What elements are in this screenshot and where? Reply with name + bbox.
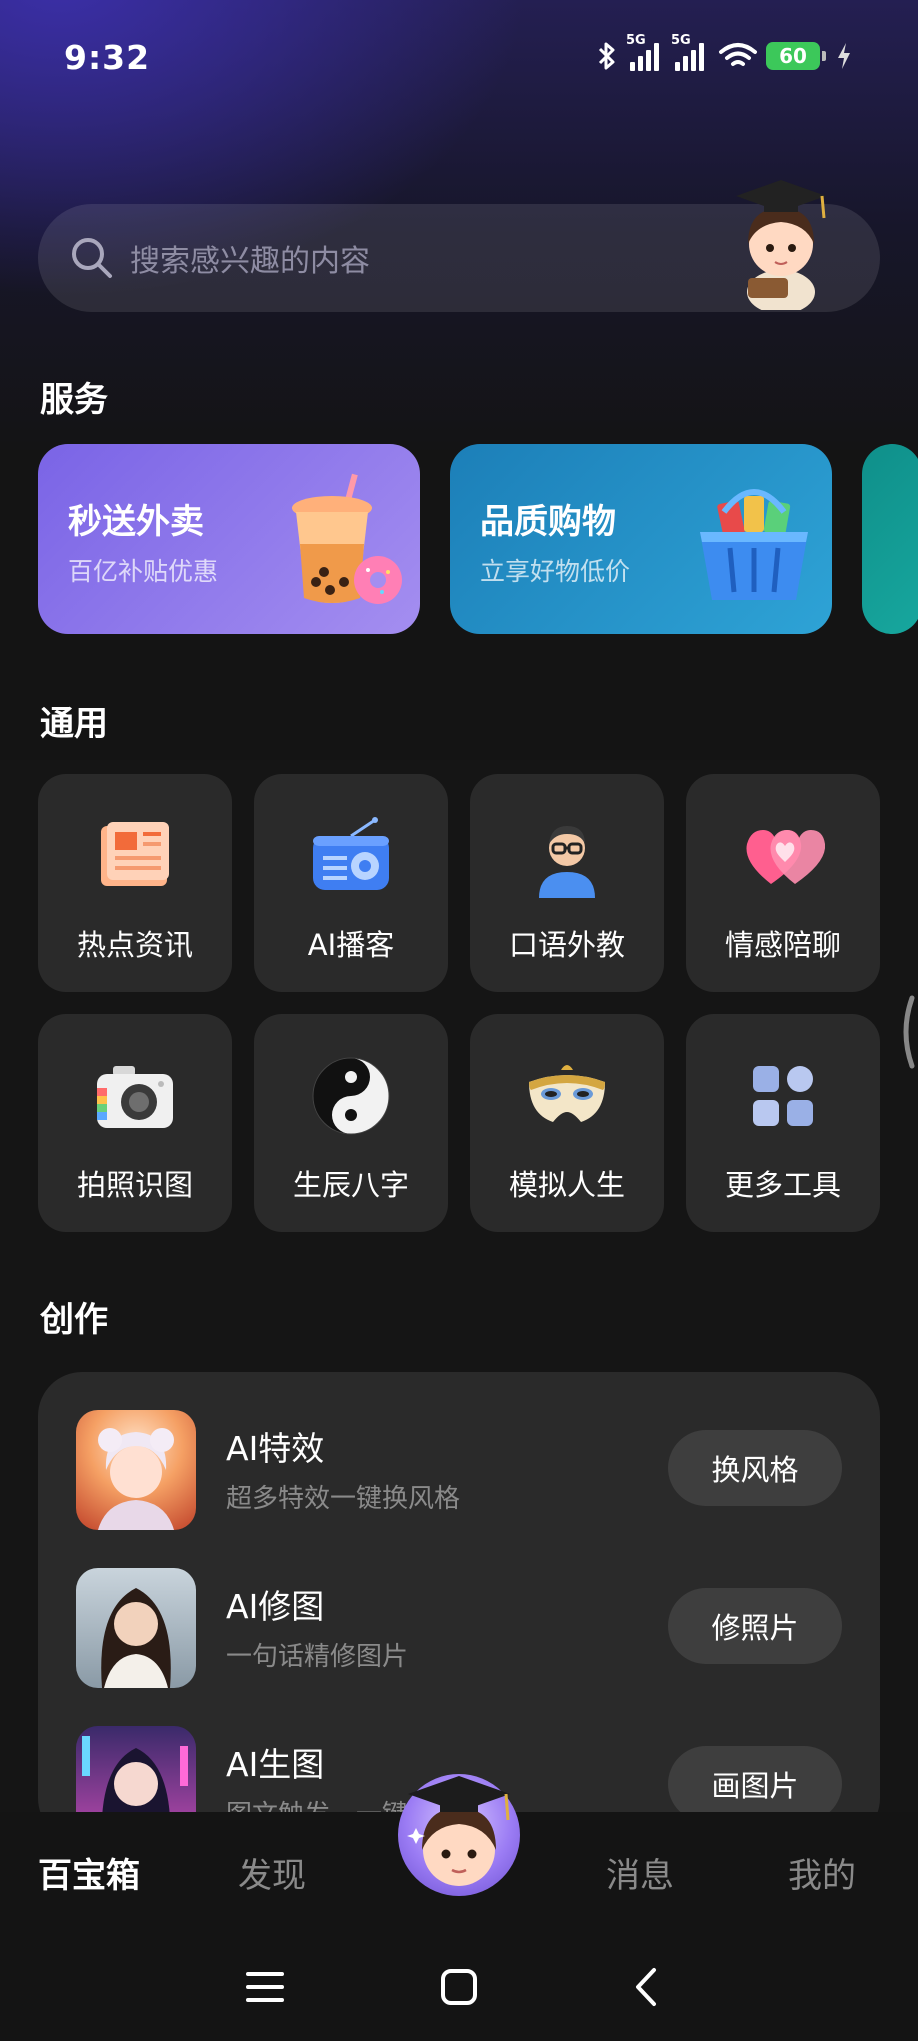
assistant-avatar-button[interactable] xyxy=(398,1774,520,1896)
mascot-graduate-icon[interactable] xyxy=(726,174,836,310)
service-title: 秒送外卖 xyxy=(68,502,204,542)
edge-swipe-handle[interactable] xyxy=(896,994,916,1070)
charging-icon xyxy=(838,43,850,69)
yin-yang-icon xyxy=(312,1057,390,1135)
home-icon[interactable] xyxy=(434,1962,484,2012)
battery-icon: 60 xyxy=(766,42,826,70)
create-row-ai-effects[interactable]: AI特效 超多特效一键换风格 换风格 xyxy=(38,1410,880,1540)
radio-icon xyxy=(313,817,389,890)
tool-tile-more-tools[interactable]: 更多工具 xyxy=(686,1014,880,1232)
create-subtitle: 一句话精修图片 xyxy=(226,1642,409,1672)
tool-label: 拍照识图 xyxy=(76,1168,193,1202)
newspaper-icon xyxy=(101,822,169,886)
hearts-icon xyxy=(746,830,825,884)
draw-image-button[interactable]: 画图片 xyxy=(668,1746,842,1822)
create-title: AI特效 xyxy=(226,1429,325,1468)
nav-item-discover[interactable]: 发现 xyxy=(238,1848,306,1897)
status-time: 9:32 xyxy=(64,38,151,77)
nav-item-me[interactable]: 我的 xyxy=(788,1848,856,1897)
service-subtitle: 立享好物低价 xyxy=(480,557,631,586)
tool-label: 生辰八字 xyxy=(292,1168,409,1202)
tool-label: 情感陪聊 xyxy=(724,928,841,962)
service-card-next[interactable] xyxy=(862,444,918,634)
search-bar[interactable]: 搜索感兴趣的内容 xyxy=(38,180,880,312)
mask-icon xyxy=(529,1065,605,1122)
create-subtitle: 超多特效一键换风格 xyxy=(226,1484,461,1514)
nav-item-treasure-box[interactable]: 百宝箱 xyxy=(38,1848,140,1897)
system-navigation-bar xyxy=(0,1932,918,2041)
create-title: AI生图 xyxy=(226,1745,325,1784)
status-bar: 9:32 5G 5G 60 xyxy=(0,0,918,118)
menu-icon[interactable] xyxy=(240,1962,290,2012)
tool-label: 口语外教 xyxy=(508,928,625,962)
grid-icon xyxy=(753,1066,813,1126)
shopping-basket-icon xyxy=(700,489,808,600)
tool-tile-birth-chart[interactable]: 生辰八字 xyxy=(254,1014,448,1232)
status-icons: 5G 5G 60 xyxy=(594,33,852,72)
retouch-photo-button[interactable]: 修照片 xyxy=(668,1588,842,1664)
service-card-shopping[interactable]: 品质购物 立享好物低价 xyxy=(450,444,832,634)
tool-label: 热点资讯 xyxy=(76,928,193,962)
change-style-button[interactable]: 换风格 xyxy=(668,1430,842,1506)
camera-icon xyxy=(97,1066,173,1128)
tool-tile-life-simulator[interactable]: 模拟人生 xyxy=(470,1014,664,1232)
section-title-services: 服务 xyxy=(40,380,108,420)
back-icon[interactable] xyxy=(622,1962,672,2012)
section-title-create: 创作 xyxy=(40,1300,108,1340)
search-input[interactable]: 搜索感兴趣的内容 xyxy=(130,236,370,280)
bottom-nav: 百宝箱 发现 消息 我的 xyxy=(0,1774,918,1932)
network-type-label: 5G xyxy=(671,33,691,48)
tool-tile-podcast[interactable]: AI播客 xyxy=(254,774,448,992)
nav-item-messages[interactable]: 消息 xyxy=(606,1848,674,1897)
bubble-tea-icon xyxy=(292,473,402,604)
search-icon xyxy=(72,238,112,278)
wifi-icon xyxy=(719,43,757,66)
section-title-general: 通用 xyxy=(40,704,108,744)
service-title: 品质购物 xyxy=(480,502,616,542)
tool-tile-news[interactable]: 热点资讯 xyxy=(38,774,232,992)
tool-label: AI播客 xyxy=(307,928,395,962)
network-type-label: 5G xyxy=(626,33,646,48)
tool-tile-emotional-chat[interactable]: 情感陪聊 xyxy=(686,774,880,992)
bluetooth-icon xyxy=(598,42,615,70)
teacher-avatar-icon xyxy=(539,826,595,898)
service-card-takeout[interactable]: 秒送外卖 百亿补贴优惠 xyxy=(38,444,420,634)
tool-label: 模拟人生 xyxy=(508,1168,625,1202)
ai-effects-thumbnail xyxy=(76,1410,196,1530)
tool-label: 更多工具 xyxy=(724,1168,841,1202)
service-subtitle: 百亿补贴优惠 xyxy=(68,557,219,586)
tool-tile-photo-recognition[interactable]: 拍照识图 xyxy=(38,1014,232,1232)
signal-icon: 5G xyxy=(626,33,659,71)
ai-retouch-thumbnail xyxy=(76,1568,196,1688)
create-row-ai-retouch[interactable]: AI修图 一句话精修图片 修照片 xyxy=(38,1568,880,1698)
signal-icon: 5G xyxy=(671,33,704,71)
tool-tile-oral-english[interactable]: 口语外教 xyxy=(470,774,664,992)
create-title: AI修图 xyxy=(226,1587,325,1626)
